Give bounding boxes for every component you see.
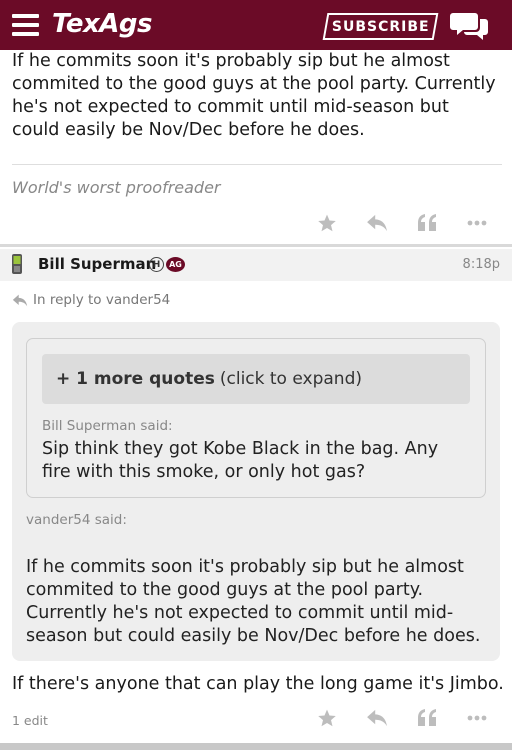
quote-author: vander54 said: bbox=[26, 512, 127, 528]
post-body: If there's anyone that can play the long… bbox=[12, 674, 504, 694]
post-timestamp: 8:18p bbox=[462, 257, 500, 272]
badge-h: H bbox=[149, 257, 164, 272]
post-actions bbox=[302, 705, 502, 731]
reply-arrow-icon bbox=[12, 294, 28, 306]
edit-count[interactable]: 1 edit bbox=[12, 713, 48, 728]
in-reply-to-link[interactable]: In reply to vander54 bbox=[12, 292, 170, 308]
more-quotes-count: + 1 more quotes bbox=[56, 369, 215, 389]
subscribe-button[interactable]: SUBSCRIBE bbox=[322, 13, 439, 40]
quote-icon[interactable] bbox=[402, 705, 452, 731]
top-bar: TexAgs SUBSCRIBE bbox=[0, 0, 512, 50]
quote-icon[interactable] bbox=[402, 210, 452, 236]
signature-divider bbox=[12, 164, 502, 165]
hamburger-menu-icon[interactable] bbox=[12, 14, 39, 36]
next-post-divider bbox=[0, 743, 512, 750]
more-icon[interactable] bbox=[452, 210, 502, 236]
previous-post-signature: World's worst proofreader bbox=[12, 178, 221, 197]
star-icon[interactable] bbox=[302, 210, 352, 236]
mobile-phone-icon bbox=[12, 254, 22, 274]
post-author-name[interactable]: Bill Superman bbox=[38, 255, 156, 273]
post-divider bbox=[0, 244, 512, 247]
chat-bubbles-icon[interactable] bbox=[450, 10, 490, 42]
more-icon[interactable] bbox=[452, 705, 502, 731]
post-author-bar: Bill Superman H AG 8:18p bbox=[0, 249, 512, 281]
quote-text: If he commits soon it's probably sip but… bbox=[26, 557, 481, 646]
previous-post-actions bbox=[302, 210, 502, 236]
nested-quote-text: Sip think they got Kobe Black in the bag… bbox=[42, 439, 439, 482]
reply-icon[interactable] bbox=[352, 210, 402, 236]
badge-ag: AG bbox=[166, 257, 185, 272]
reply-icon[interactable] bbox=[352, 705, 402, 731]
expand-more-quotes-button[interactable]: + 1 more quotes (click to expand) bbox=[42, 354, 470, 404]
previous-post-body: If he commits soon it's probably sip but… bbox=[12, 51, 496, 140]
site-logo[interactable]: TexAgs bbox=[52, 9, 153, 39]
subscribe-label: SUBSCRIBE bbox=[331, 18, 430, 35]
more-quotes-hint: (click to expand) bbox=[219, 369, 362, 389]
star-icon[interactable] bbox=[302, 705, 352, 731]
nested-quote-author: Bill Superman said: bbox=[42, 418, 173, 434]
in-reply-to-text: In reply to vander54 bbox=[33, 292, 171, 308]
